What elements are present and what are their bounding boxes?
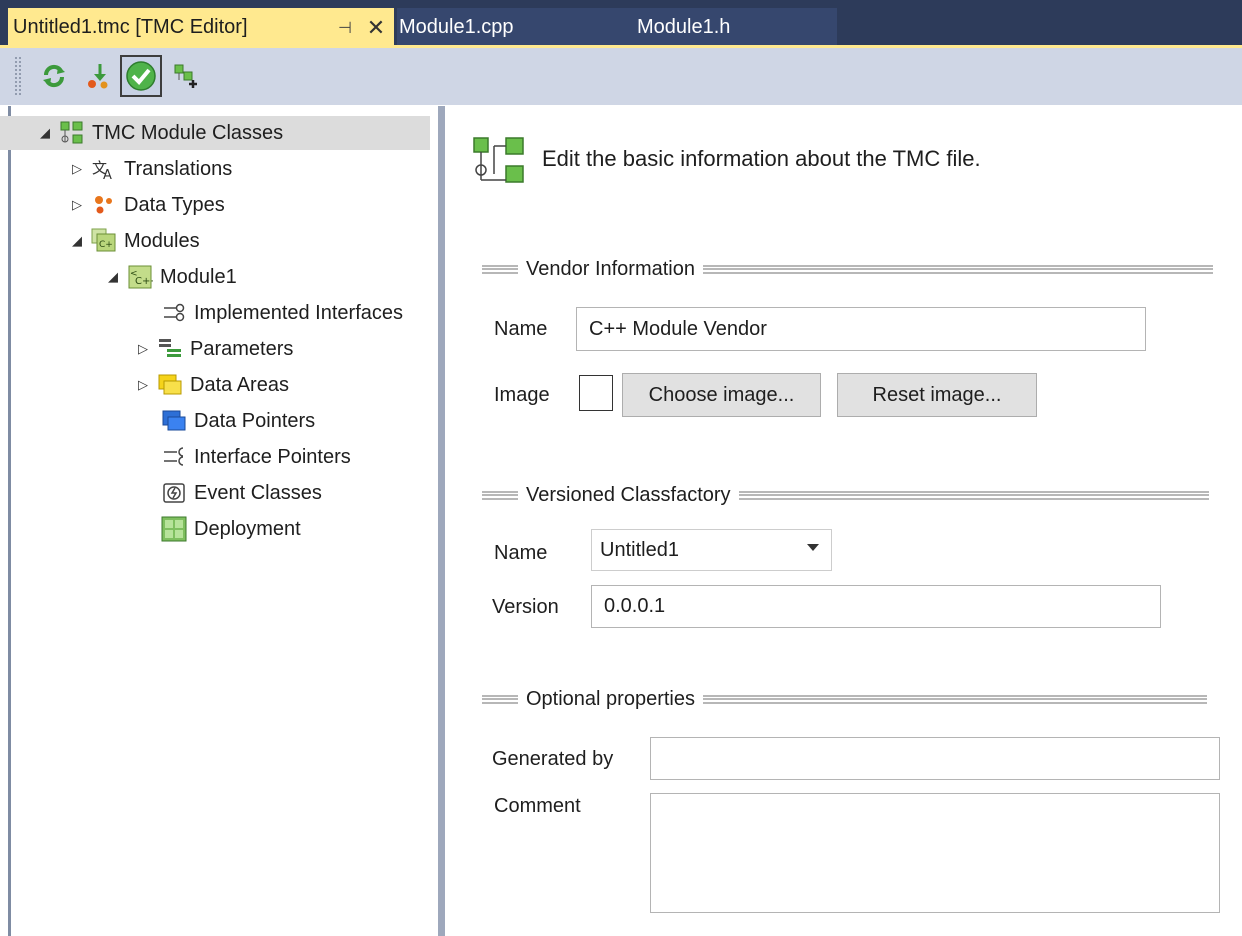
tree-item-label: Deployment: [194, 517, 301, 540]
image-label: Image: [494, 384, 550, 406]
reset-image-button[interactable]: Reset image...: [837, 373, 1037, 417]
tree-item-label: Parameters: [190, 337, 294, 360]
classfactory-name-select[interactable]: Untitled1: [591, 529, 832, 571]
collapse-arrow-icon[interactable]: ◢: [104, 269, 122, 285]
section-title: Versioned Classfactory: [526, 483, 731, 506]
tree-item-implemented-interfaces[interactable]: Implemented Interfaces: [156, 296, 403, 330]
comment-label: Comment: [494, 795, 581, 817]
classfactory-name-label: Name: [494, 542, 548, 564]
tree-item-data-pointers[interactable]: Data Pointers: [156, 404, 315, 438]
data-pointers-icon: [160, 407, 188, 435]
tree-item-interface-pointers[interactable]: Interface Pointers: [156, 440, 351, 474]
interfaces-icon: [160, 299, 188, 327]
svg-text:A: A: [103, 168, 112, 181]
tree-item-parameters[interactable]: ▷ Parameters: [134, 332, 293, 366]
editor-toolbar: [0, 48, 1242, 105]
svg-text:C+: C+: [99, 240, 113, 250]
tree-item-label: Interface Pointers: [194, 445, 351, 468]
versioned-classfactory-header: Versioned Classfactory: [482, 482, 1209, 508]
tab-untitled1-tmc[interactable]: Untitled1.tmc [TMC Editor] ⊣ ✕: [8, 8, 394, 47]
tree-item-deployment[interactable]: Deployment: [156, 512, 301, 546]
pin-icon[interactable]: ⊣: [334, 8, 356, 47]
collapse-arrow-icon[interactable]: ◢: [68, 233, 86, 249]
translations-icon: 文A: [90, 155, 118, 183]
tree-item-modules[interactable]: ◢ C+ Modules: [68, 224, 200, 258]
vendor-information-header: Vendor Information: [482, 256, 1213, 282]
chevron-down-icon: [807, 544, 819, 551]
import-icon: [88, 64, 108, 89]
tree-item-label: Data Types: [124, 193, 225, 216]
interface-pointers-icon: [160, 443, 188, 471]
tree-item-label: Data Pointers: [194, 409, 316, 432]
refresh-button[interactable]: [36, 58, 72, 94]
image-preview: [579, 375, 613, 411]
refresh-icon: [43, 64, 65, 88]
tree-item-label: Data Areas: [190, 373, 289, 396]
section-title: Vendor Information: [526, 257, 695, 280]
comment-textarea[interactable]: [650, 793, 1220, 913]
selected-value: Untitled1: [600, 538, 679, 561]
tree-item-tmc-module-classes[interactable]: ◢ TMC Module Classes: [0, 116, 430, 150]
tree-item-data-types[interactable]: ▷ Data Types: [68, 188, 225, 222]
check-icon: [126, 61, 156, 91]
data-types-icon: [90, 191, 118, 219]
event-classes-icon: [160, 479, 188, 507]
add-module-icon: [174, 64, 197, 88]
page-title: Edit the basic information about the TMC…: [542, 146, 981, 171]
expand-arrow-icon[interactable]: ▷: [134, 341, 152, 357]
vendor-name-input[interactable]: C++ Module Vendor: [576, 307, 1146, 351]
modules-icon: C+: [90, 227, 118, 255]
import-button[interactable]: [80, 58, 116, 94]
tree-item-label: Module1: [160, 265, 237, 288]
choose-image-button[interactable]: Choose image...: [622, 373, 821, 417]
tab-label: Untitled1.tmc [TMC Editor]: [13, 16, 248, 38]
pane-splitter[interactable]: [438, 106, 445, 936]
document-tab-bar: Untitled1.tmc [TMC Editor] ⊣ ✕ Module1.c…: [0, 0, 1242, 48]
add-module-button[interactable]: [168, 58, 204, 94]
section-title: Optional properties: [526, 687, 695, 710]
vendor-name-label: Name: [494, 318, 548, 340]
tree-item-label: Implemented Interfaces: [194, 301, 403, 324]
tmc-file-icon: [472, 136, 526, 186]
deployment-icon: [160, 515, 188, 543]
tree-item-label: Translations: [124, 157, 233, 180]
tree-item-event-classes[interactable]: Event Classes: [156, 476, 322, 510]
tree-item-label: Modules: [124, 229, 200, 252]
tab-group-inactive: Module1.cpp Module1.h: [397, 8, 837, 47]
generated-by-input[interactable]: [650, 737, 1220, 780]
tab-module1-h[interactable]: Module1.h: [637, 8, 730, 47]
expand-arrow-icon[interactable]: ▷: [134, 377, 152, 393]
close-icon[interactable]: ✕: [364, 8, 388, 47]
version-label: Version: [492, 596, 559, 618]
collapse-arrow-icon[interactable]: ◢: [36, 125, 54, 141]
module-classes-icon: [58, 119, 86, 147]
tab-module1-cpp[interactable]: Module1.cpp: [399, 16, 514, 39]
expand-arrow-icon[interactable]: ▷: [68, 161, 86, 177]
tree-item-data-areas[interactable]: ▷ Data Areas: [134, 368, 289, 402]
tree-item-label: Event Classes: [194, 481, 322, 504]
generated-by-label: Generated by: [492, 748, 614, 770]
data-areas-icon: [156, 371, 184, 399]
parameters-icon: [156, 335, 184, 363]
tree-item-module1[interactable]: ◢ <C++ Module1: [104, 260, 237, 294]
optional-properties-header: Optional properties: [482, 686, 1207, 712]
expand-arrow-icon[interactable]: ▷: [68, 197, 86, 213]
tree-item-label: TMC Module Classes: [92, 121, 284, 144]
toolbar-grip[interactable]: [14, 56, 22, 96]
check-consistency-button[interactable]: [120, 55, 162, 97]
tree-item-translations[interactable]: ▷ 文A Translations: [68, 152, 232, 186]
module-icon: <C++: [126, 263, 154, 291]
svg-text:C++: C++: [135, 276, 153, 287]
version-input[interactable]: 0.0.0.1: [591, 585, 1161, 628]
